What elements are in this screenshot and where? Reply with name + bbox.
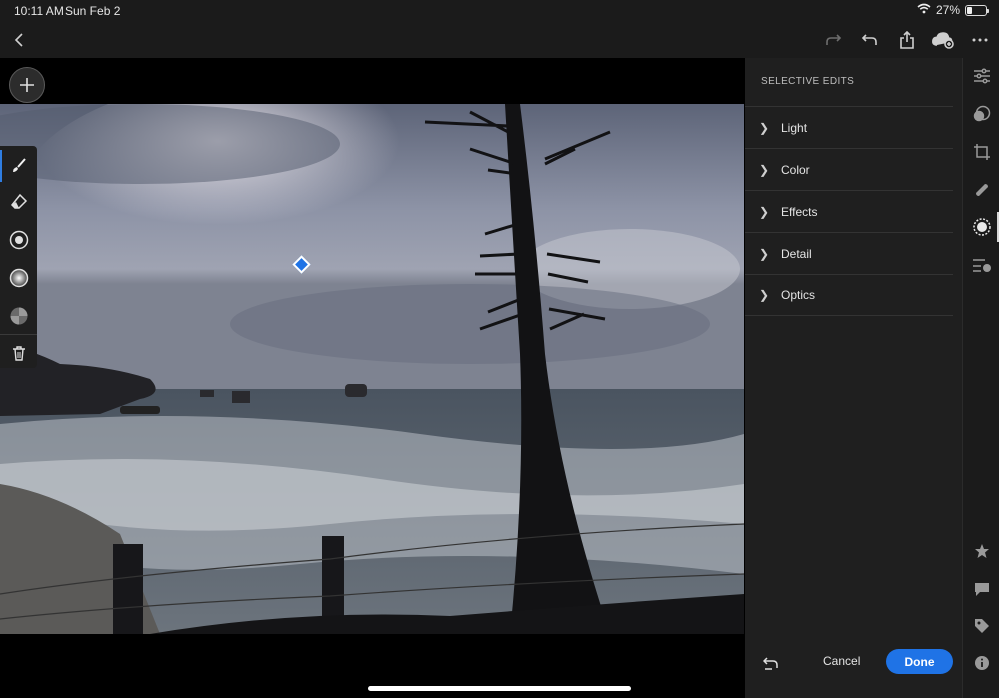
panel-title: SELECTIVE EDITS xyxy=(761,76,855,87)
add-mask-button[interactable] xyxy=(9,67,45,103)
section-color[interactable]: ❯ Color xyxy=(745,148,953,190)
healing-icon[interactable] xyxy=(963,175,999,205)
chevron-right-icon: ❯ xyxy=(759,120,770,135)
selective-edits-panel: SELECTIVE EDITS ❯ Light ❯ Color ❯ Effect… xyxy=(745,58,962,698)
redo-icon[interactable] xyxy=(820,28,846,52)
chevron-right-icon: ❯ xyxy=(759,162,770,177)
star-icon[interactable] xyxy=(963,536,999,566)
linear-gradient-icon[interactable] xyxy=(0,260,37,296)
more-icon[interactable] xyxy=(967,28,993,52)
photo-canvas[interactable] xyxy=(0,58,745,698)
reset-icon[interactable] xyxy=(761,653,781,673)
eraser-icon[interactable] xyxy=(0,184,37,220)
selective-tools-palette xyxy=(0,146,37,368)
section-effects[interactable]: ❯ Effects xyxy=(745,190,953,232)
versions-icon[interactable] xyxy=(963,250,999,280)
chevron-right-icon: ❯ xyxy=(759,288,770,302)
presets-icon[interactable] xyxy=(963,99,999,129)
panel-section-list: ❯ Light ❯ Color ❯ Effects ❯ Detail ❯ Opt… xyxy=(745,106,953,316)
battery-percent: 27% xyxy=(935,3,960,17)
radial-gradient-icon[interactable] xyxy=(0,222,37,258)
delete-icon[interactable] xyxy=(0,334,37,370)
section-label: Optics xyxy=(781,288,816,302)
status-time: 10:11 AM xyxy=(14,4,64,18)
wifi-icon xyxy=(917,3,931,17)
cloud-sync-icon[interactable] xyxy=(930,28,956,52)
comment-icon[interactable] xyxy=(963,574,999,604)
done-button[interactable]: Done xyxy=(886,649,953,674)
brush-icon[interactable] xyxy=(0,148,37,184)
photo-image[interactable] xyxy=(0,104,744,634)
color-range-icon[interactable] xyxy=(0,298,37,334)
section-detail[interactable]: ❯ Detail xyxy=(745,232,953,274)
edit-sliders-icon[interactable] xyxy=(963,61,999,91)
info-icon[interactable] xyxy=(963,648,999,678)
status-bar: 10:11 AM Sun Feb 2 27% xyxy=(0,0,999,22)
back-icon[interactable] xyxy=(6,28,32,52)
edit-category-rail xyxy=(962,58,999,698)
section-label: Effects xyxy=(781,204,818,219)
panel-footer: Cancel Done xyxy=(745,648,962,676)
section-light[interactable]: ❯ Light xyxy=(745,106,953,148)
chevron-right-icon: ❯ xyxy=(759,204,770,219)
undo-icon[interactable] xyxy=(857,28,883,52)
battery-icon xyxy=(965,4,989,16)
top-toolbar xyxy=(0,22,999,58)
tag-icon[interactable] xyxy=(963,611,999,641)
section-optics[interactable]: ❯ Optics xyxy=(745,274,953,316)
share-icon[interactable] xyxy=(894,28,920,52)
cancel-button[interactable]: Cancel xyxy=(823,654,860,668)
section-label: Color xyxy=(781,162,810,177)
crop-icon[interactable] xyxy=(963,137,999,167)
home-indicator[interactable] xyxy=(368,686,631,691)
status-date: Sun Feb 2 xyxy=(65,4,121,18)
section-label: Detail xyxy=(781,246,812,261)
section-label: Light xyxy=(781,120,808,135)
chevron-right-icon: ❯ xyxy=(759,246,770,261)
selective-icon[interactable] xyxy=(963,212,999,242)
